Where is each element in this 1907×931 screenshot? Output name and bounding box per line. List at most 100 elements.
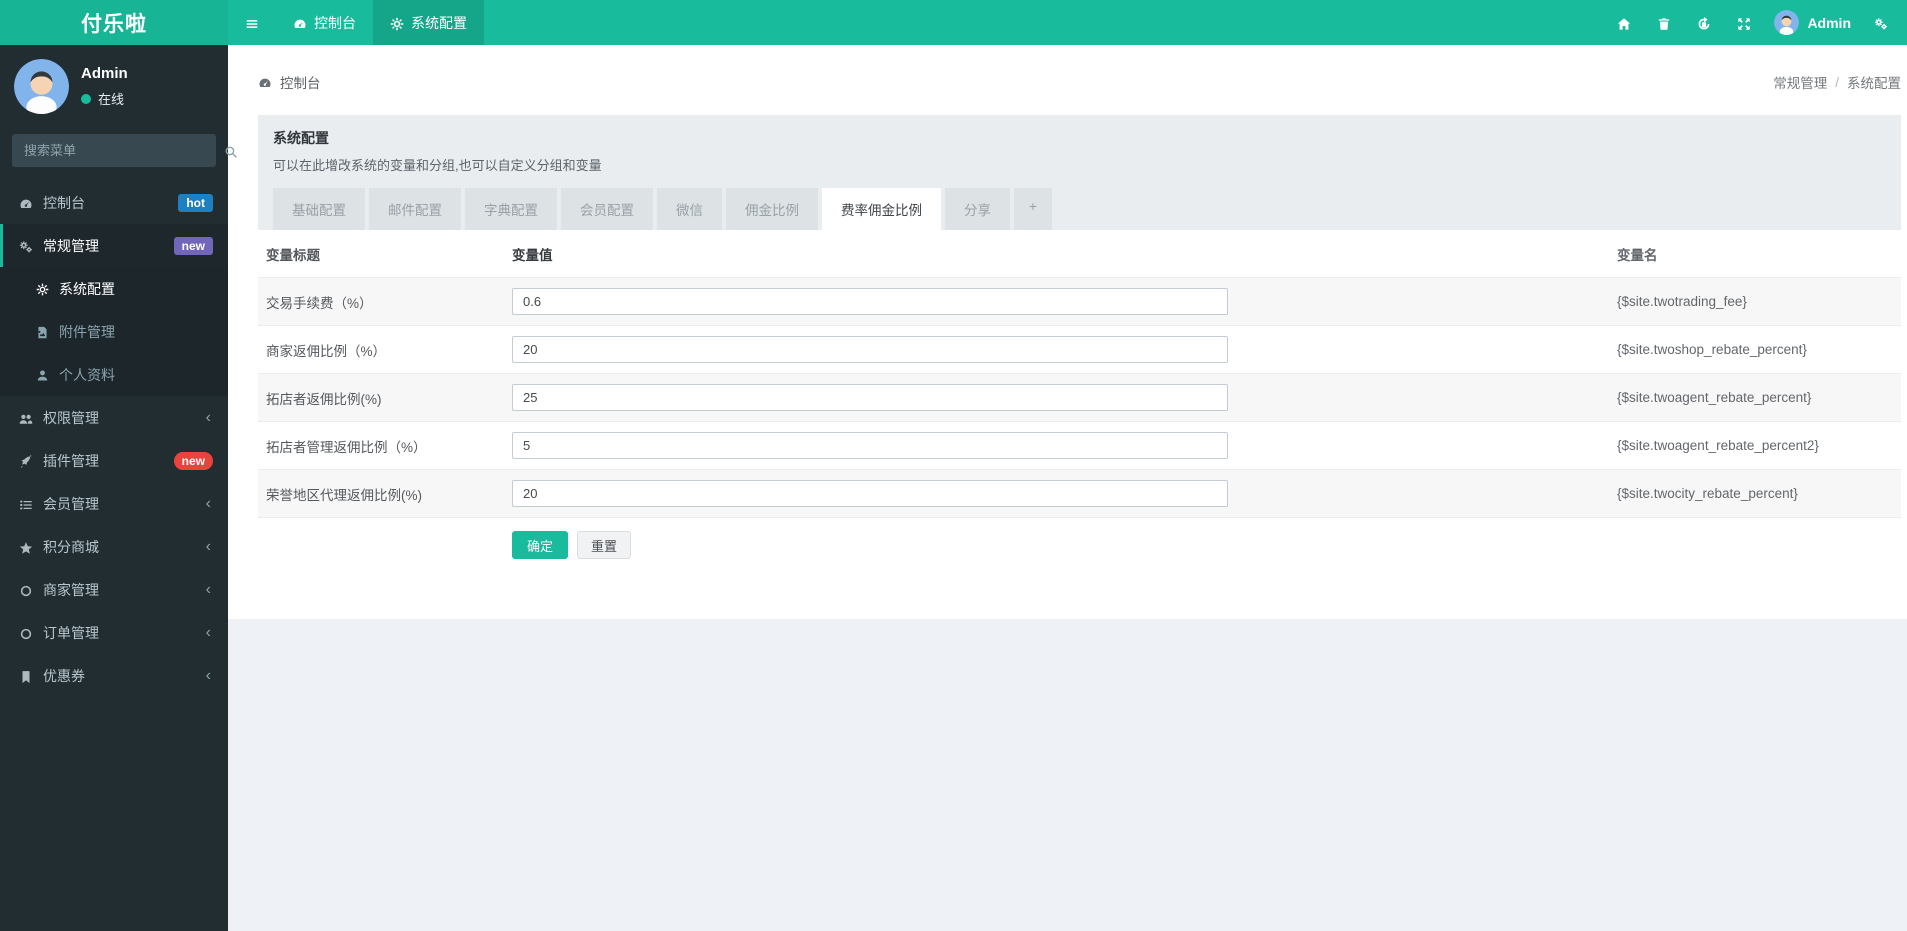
sidebar-item-label: 系统配置 (59, 280, 115, 297)
tab-share[interactable]: 分享 (945, 188, 1010, 230)
variable-name: {$site.twocity_rebate_percent} (1617, 486, 1798, 501)
breadcrumb-link-system-config[interactable]: 系统配置 (1847, 72, 1901, 92)
search-input[interactable] (12, 143, 212, 158)
variable-title: 交易手续费（%） (266, 295, 373, 311)
breadcrumb-link-general[interactable]: 常规管理 (1773, 72, 1827, 92)
sidebar-toggle-button[interactable] (228, 0, 276, 45)
confirm-button[interactable]: 确定 (512, 531, 569, 559)
topnav-tab-system-config[interactable]: 系统配置 (373, 0, 484, 45)
column-header-title: 变量标题 (266, 247, 320, 263)
table-row: 交易手续费（%） {$site.twotrading_fee} (258, 278, 1901, 326)
sidebar-item-general[interactable]: 常规管理 new (0, 224, 228, 267)
sidebar-item-permissions[interactable]: 权限管理 (0, 396, 228, 439)
cogs-icon (19, 237, 43, 253)
topnav-tab-label: 控制台 (314, 14, 356, 31)
topbar: 付乐啦 控制台 系统配置 Admin (0, 0, 1907, 45)
tab-member-config[interactable]: 会员配置 (561, 188, 653, 230)
reset-button[interactable]: 重置 (577, 531, 632, 559)
user-icon (36, 367, 59, 383)
trash-icon (1657, 14, 1671, 30)
content-area: 控制台 常规管理 / 系统配置 系统配置 可以在此增改系统的变量和分组,也可以自… (228, 45, 1907, 619)
sidebar-user-panel: Admin 在线 (0, 45, 228, 124)
variable-name: {$site.twoagent_rebate_percent} (1617, 390, 1812, 405)
settings-button[interactable] (1861, 0, 1901, 45)
fullscreen-button[interactable] (1724, 0, 1764, 45)
column-header-value: 变量值 (512, 247, 553, 263)
sidebar-item-label: 会员管理 (43, 495, 99, 512)
star-icon (19, 538, 43, 554)
page-title: 系统配置 (273, 130, 329, 146)
sidebar-item-label: 积分商城 (43, 538, 99, 555)
variable-value-input[interactable] (512, 480, 1228, 507)
file-image-icon (36, 324, 59, 340)
sidebar-item-console[interactable]: 控制台 hot (0, 181, 228, 224)
bookmark-icon (19, 667, 43, 683)
panel-heading: 系统配置 可以在此增改系统的变量和分组,也可以自定义分组和变量 基础配置 邮件配… (258, 115, 1901, 230)
fullscreen-icon (1737, 14, 1751, 30)
new-badge: new (173, 236, 213, 255)
variable-value-input[interactable] (512, 384, 1228, 411)
clear-cache-icon (1697, 14, 1711, 30)
variable-title: 拓店者返佣比例(%) (266, 391, 382, 407)
search-button[interactable] (212, 142, 250, 158)
table-row: 拓店者管理返佣比例（%） {$site.twoagent_rebate_perc… (258, 422, 1901, 470)
breadcrumb: 控制台 (258, 72, 321, 92)
rocket-icon (19, 452, 43, 468)
sidebar-item-label: 常规管理 (43, 237, 99, 254)
new-badge: new (173, 451, 213, 470)
topbar-user-menu[interactable]: Admin (1764, 10, 1861, 35)
sidebar-item-points-mall[interactable]: 积分商城 (0, 525, 228, 568)
sidebar-item-profile[interactable]: 个人资料 (0, 353, 228, 396)
sidebar-item-label: 优惠券 (43, 667, 85, 684)
trash-button[interactable] (1644, 0, 1684, 45)
column-header-name: 变量名 (1617, 247, 1658, 263)
table-header-row: 变量标题 变量值 变量名 (258, 230, 1901, 278)
tab-commission-ratio[interactable]: 佣金比例 (726, 188, 818, 230)
sidebar-user-name: Admin (81, 65, 128, 82)
tab-dictionary-config[interactable]: 字典配置 (465, 188, 557, 230)
variable-name: {$site.twotrading_fee} (1617, 294, 1747, 309)
config-tabs: 基础配置 邮件配置 字典配置 会员配置 微信 佣金比例 费率佣金比例 分享 + (273, 188, 1886, 230)
dashboard-icon (293, 14, 307, 30)
sidebar-item-attachments[interactable]: 附件管理 (0, 310, 228, 353)
sidebar-item-label: 插件管理 (43, 452, 99, 469)
home-button[interactable] (1604, 0, 1644, 45)
gear-icon (36, 281, 59, 297)
topnav-tab-label: 系统配置 (411, 14, 467, 31)
avatar (1774, 10, 1800, 35)
brand-logo[interactable]: 付乐啦 (0, 0, 228, 45)
system-config-panel: 系统配置 可以在此增改系统的变量和分组,也可以自定义分组和变量 基础配置 邮件配… (258, 115, 1901, 619)
dashboard-icon (258, 74, 272, 89)
sidebar-item-members[interactable]: 会员管理 (0, 482, 228, 525)
circle-icon (19, 624, 43, 640)
breadcrumb-separator: / (1835, 74, 1839, 90)
tab-rate-commission-ratio[interactable]: 费率佣金比例 (822, 188, 941, 230)
table-row: 拓店者返佣比例(%) {$site.twoagent_rebate_percen… (258, 374, 1901, 422)
sidebar-item-merchants[interactable]: 商家管理 (0, 568, 228, 611)
list-icon (19, 495, 43, 511)
tab-mail-config[interactable]: 邮件配置 (369, 188, 461, 230)
variable-name: {$site.twoagent_rebate_percent2} (1617, 438, 1819, 453)
variable-name: {$site.twoshop_rebate_percent} (1617, 342, 1807, 357)
tab-basic-config[interactable]: 基础配置 (273, 188, 365, 230)
add-tab-button[interactable]: + (1014, 188, 1052, 230)
home-icon (1617, 14, 1631, 30)
clear-cache-button[interactable] (1684, 0, 1724, 45)
avatar (14, 59, 69, 114)
topnav-tab-console[interactable]: 控制台 (276, 0, 373, 45)
variable-value-input[interactable] (512, 336, 1228, 363)
sidebar-submenu-general: 系统配置 附件管理 个人资料 (0, 267, 228, 396)
variable-value-input[interactable] (512, 432, 1228, 459)
sidebar-item-plugins[interactable]: 插件管理 new (0, 439, 228, 482)
sidebar-item-orders[interactable]: 订单管理 (0, 611, 228, 654)
tab-wechat[interactable]: 微信 (657, 188, 722, 230)
variables-table: 变量标题 变量值 变量名 交易手续费（%） {$site.twotrading_… (258, 230, 1901, 619)
search-icon (224, 142, 238, 158)
chevron-left-icon (206, 668, 211, 684)
chevron-left-icon (206, 496, 211, 512)
sidebar-item-coupons[interactable]: 优惠券 (0, 654, 228, 697)
variable-value-input[interactable] (512, 288, 1228, 315)
circle-icon (19, 581, 43, 597)
sidebar-item-system-config[interactable]: 系统配置 (0, 267, 228, 310)
sidebar-item-label: 商家管理 (43, 581, 99, 598)
